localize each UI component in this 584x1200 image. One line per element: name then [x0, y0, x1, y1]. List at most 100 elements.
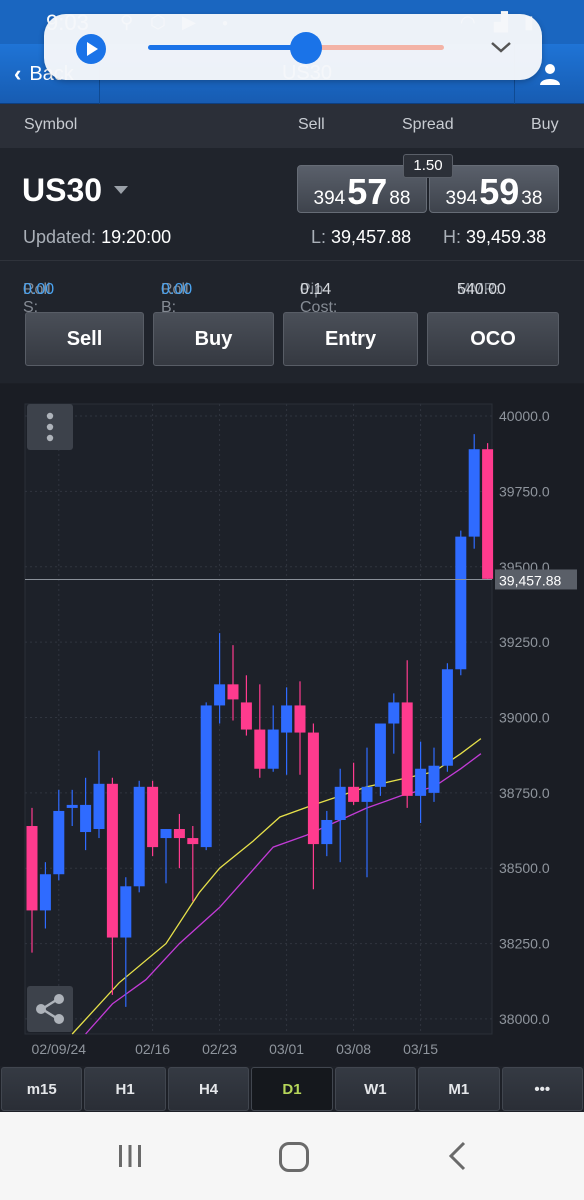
candle-up	[66, 804, 78, 808]
candle-up	[361, 786, 373, 802]
y-tick-label: 39250.0	[499, 634, 550, 650]
candle-down	[294, 705, 306, 733]
timeframe-button-m15[interactable]: m15	[1, 1067, 83, 1111]
candle-up	[388, 702, 400, 724]
seek-bar-remaining[interactable]	[308, 45, 444, 50]
symbol-selector[interactable]: US30	[22, 172, 102, 209]
candle-up	[441, 669, 453, 766]
candle-up	[200, 705, 212, 848]
x-tick-label: 02/09/24	[32, 1041, 87, 1057]
sell-price-suffix: 88	[389, 188, 411, 209]
buy-button[interactable]: Buy	[153, 312, 274, 366]
media-control-overlay	[44, 14, 542, 80]
candle-down	[482, 449, 494, 579]
updated-time: Updated: 19:20:00	[23, 227, 171, 248]
chevron-down-icon[interactable]	[490, 36, 512, 58]
timeframe-button-h1[interactable]: H1	[84, 1067, 166, 1111]
low-price: L: 39,457.88	[311, 227, 411, 248]
updated-value: 19:20:00	[101, 227, 172, 247]
candle-down	[227, 684, 239, 700]
candle-down	[254, 729, 266, 769]
candle-up	[120, 886, 132, 938]
oco-button[interactable]: OCO	[427, 312, 559, 366]
mmr-value: 540.00	[457, 281, 506, 298]
instrument-stats: Roll S: 0.00 Roll B: 0.00 Pip Cost: 0.14…	[0, 260, 584, 316]
timeframe-bar: m15 H1 H4 D1 W1 M1 •••	[0, 1066, 584, 1112]
buy-price-prefix: 394	[445, 188, 478, 209]
plot-area	[24, 403, 493, 1035]
candlestick-chart[interactable]: 40000.039750.039500.039250.039000.038750…	[0, 384, 584, 1066]
candle-up	[80, 804, 92, 833]
chevron-left-icon: ‹	[14, 61, 22, 86]
high-label: H:	[443, 227, 461, 247]
y-tick-label: 39000.0	[499, 709, 550, 725]
candle-up	[281, 705, 293, 733]
share-icon	[36, 994, 64, 1024]
chart-menu-button[interactable]	[27, 404, 73, 450]
candle-up	[428, 765, 440, 793]
updated-label: Updated:	[23, 227, 97, 247]
y-tick-label: 40000.0	[499, 408, 550, 424]
timeframe-button-m1[interactable]: M1	[418, 1067, 500, 1111]
y-tick-label: 38750.0	[499, 785, 550, 801]
y-tick-label: 39750.0	[499, 483, 550, 499]
column-header: Symbol Sell Spread Buy	[0, 104, 584, 148]
candle-up	[334, 786, 346, 820]
y-tick-label: 38250.0	[499, 936, 550, 952]
play-button[interactable]	[76, 34, 106, 64]
home-icon[interactable]	[279, 1142, 309, 1172]
candle-up	[374, 723, 386, 787]
x-tick-label: 03/08	[336, 1041, 371, 1057]
column-spread: Spread	[402, 116, 454, 133]
seek-thumb[interactable]	[290, 32, 322, 64]
low-value: 39,457.88	[331, 227, 412, 247]
x-tick-label: 02/16	[135, 1041, 170, 1057]
low-label: L:	[311, 227, 327, 247]
candle-up	[267, 729, 279, 769]
candle-down	[240, 702, 252, 730]
candle-up	[415, 768, 427, 796]
candle-up	[468, 449, 480, 537]
candle-down	[348, 786, 360, 802]
recents-icon[interactable]	[116, 1142, 144, 1170]
system-nav-bar	[0, 1112, 584, 1200]
buy-price-pips: 59	[479, 171, 520, 212]
back-arrow-icon[interactable]	[444, 1140, 470, 1172]
current-price-label: 39,457.88	[499, 572, 561, 588]
column-symbol: Symbol	[24, 116, 78, 133]
more-vertical-icon	[46, 412, 54, 442]
column-buy: Buy	[531, 116, 559, 133]
high-value: 39,459.38	[466, 227, 547, 247]
x-tick-label: 02/23	[202, 1041, 237, 1057]
candle-up	[39, 874, 51, 911]
candle-up	[321, 819, 333, 845]
roll-buy-value: 0.00	[161, 281, 193, 298]
share-button[interactable]	[27, 986, 73, 1032]
candle-down	[147, 786, 159, 848]
x-tick-label: 03/15	[403, 1041, 438, 1057]
sell-price-prefix: 394	[313, 188, 346, 209]
candle-down	[173, 829, 185, 839]
entry-button[interactable]: Entry	[283, 312, 418, 366]
candle-up	[214, 684, 226, 706]
seek-bar-played[interactable]	[148, 45, 308, 50]
candle-down	[26, 826, 38, 911]
pip-cost-value: 0.14	[300, 281, 332, 298]
caret-down-icon[interactable]	[114, 186, 128, 194]
timeframe-button-d1[interactable]: D1	[251, 1067, 333, 1111]
candle-up	[455, 536, 467, 670]
sell-button[interactable]: Sell	[25, 312, 144, 366]
candle-up	[53, 810, 65, 875]
timeframe-button-h4[interactable]: H4	[167, 1067, 250, 1111]
price-chart[interactable]: 40000.0 39750.0 39500.0 39250.0 39000.0 38750…	[0, 384, 584, 1066]
column-sell: Sell	[298, 116, 325, 133]
timeframe-button-w1[interactable]: W1	[334, 1067, 417, 1111]
high-price: H: 39,459.38	[443, 227, 546, 248]
sell-price-pips: 57	[347, 171, 388, 212]
candle-up	[93, 783, 105, 830]
spread-badge: 1.50	[403, 154, 453, 178]
timeframe-button-more[interactable]: •••	[501, 1067, 583, 1111]
candle-down	[106, 783, 118, 938]
y-tick-label: 38500.0	[499, 860, 550, 876]
y-tick-label: 38000.0	[499, 1011, 550, 1027]
